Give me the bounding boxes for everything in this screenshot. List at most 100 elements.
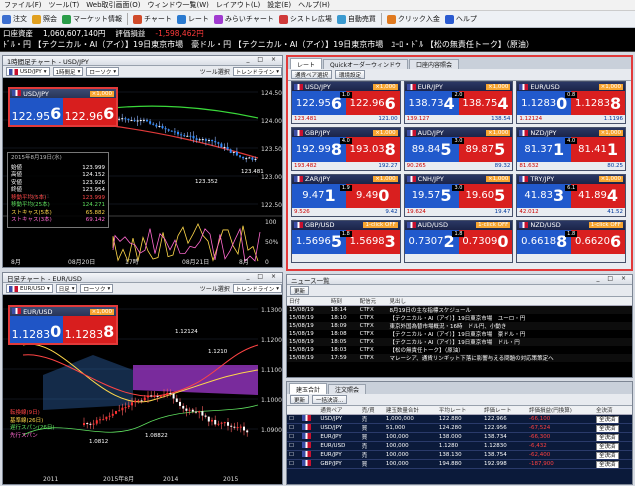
column-header[interactable]: 配信元 xyxy=(357,297,388,306)
toolbar-market-info-button[interactable]: マーケット情報 xyxy=(62,14,122,24)
sell-button[interactable]: 19.57 5 xyxy=(404,183,459,208)
sell-button[interactable]: 41.83 3 xyxy=(517,183,572,208)
candle-select[interactable]: ローソク ▾ xyxy=(86,67,120,76)
sell-button[interactable]: 138.73 4 xyxy=(404,91,459,116)
sell-button[interactable]: 9.47 1 xyxy=(292,183,346,208)
toolbar-auto-trade-button[interactable]: 自動売買 xyxy=(336,14,376,24)
buy-button[interactable]: 122.96 6 xyxy=(345,91,400,116)
lot-select[interactable]: ×1,000 xyxy=(485,83,511,90)
sell-button[interactable]: 192.99 8 xyxy=(292,137,346,162)
news-row[interactable]: 15/08/19 18:03 CTFX 【松の無責任トーク】（原油） xyxy=(287,346,632,354)
pair-select-button[interactable]: 通貨ペア選択 xyxy=(291,70,333,79)
window-buttons[interactable]: _ □ × xyxy=(246,56,279,63)
buy-button[interactable]: 9.49 0 xyxy=(345,183,400,208)
window-buttons[interactable]: _ □ × xyxy=(596,275,629,282)
candle-select[interactable]: ローソク ▾ xyxy=(80,284,114,293)
drawing-select[interactable]: トレンドライン ▾ xyxy=(232,67,282,76)
buy-button[interactable]: 122.96 6 xyxy=(63,98,116,125)
position-row[interactable]: ☐ GBP/JPY 買 100,000 194.880 192.998 -187,900 全決… xyxy=(287,459,632,469)
row-checkbox[interactable]: ☐ xyxy=(287,459,300,469)
lot-select[interactable]: 1-click OFF xyxy=(476,222,511,229)
position-row[interactable]: ☐ EUR/JPY 買 100,000 138.000 138.734 -66,300 全決済 xyxy=(287,432,632,442)
buy-button[interactable]: 19.60 5 xyxy=(458,183,513,208)
column-header[interactable]: 全決済 xyxy=(594,406,632,415)
toolbar-help-button[interactable]: ヘルプ xyxy=(444,14,477,24)
lot-select[interactable]: ×1,000 xyxy=(485,176,511,182)
menu-item-3[interactable]: ウィンドウ一覧(W) xyxy=(147,0,208,10)
menu-item-6[interactable]: ヘルプ(H) xyxy=(298,0,330,10)
close-all-button[interactable]: 全決済 xyxy=(596,425,619,432)
row-checkbox[interactable]: ☐ xyxy=(287,423,300,433)
close-all-button[interactable]: 全決済 xyxy=(596,434,619,441)
eurusd-quote-overlay[interactable]: EUR/USD ×1,000 1.1283 0 1.1283 8 xyxy=(8,305,118,345)
buy-button[interactable]: 81.41 1 xyxy=(571,137,625,162)
row-checkbox[interactable]: ☐ xyxy=(287,432,300,442)
toolbar-mirai-chart-button[interactable]: みらいチャート xyxy=(213,14,274,24)
sell-button[interactable]: 1.1283 0 xyxy=(10,316,63,343)
news-row[interactable]: 15/08/19 18:05 CTFX 【テクニカル・AI（アイ）】19日東京市場 ド… xyxy=(287,338,632,346)
sell-button[interactable]: 122.95 6 xyxy=(10,98,63,125)
menu-item-4[interactable]: レイアウト(L) xyxy=(216,0,260,10)
news-row[interactable]: 15/08/19 18:09 CTFX 東京外国為替市場概況・16時 ドル円、小動き xyxy=(287,322,632,330)
bulk-close-button[interactable]: 一括決済... xyxy=(312,395,348,404)
close-all-button[interactable]: 全決済 xyxy=(596,443,619,450)
news-row[interactable]: 15/08/19 18:10 CTFX 【テクニカル・AI（アイ）】19日東京市場 ユ… xyxy=(287,314,632,322)
column-header[interactable]: 通貨ペア xyxy=(318,406,360,415)
tab-1[interactable]: Quickオーダーウィンドウ xyxy=(323,59,408,69)
drawing-select[interactable]: トレンドライン ▾ xyxy=(232,284,282,293)
row-checkbox[interactable]: ☐ xyxy=(287,441,300,451)
position-row[interactable]: ☐ EUR/USD 売 100,000 1.1280 1.12830 -6,432 全決済 xyxy=(287,441,632,451)
tab-2[interactable]: 口座内容照会 xyxy=(408,59,459,69)
column-header[interactable]: 売/買 xyxy=(359,406,384,415)
news-ticker[interactable]: ﾄﾞﾙ・円 【テクニカル・AI（アイ）】19日東京市場 豪ドル・円 【テクニカル… xyxy=(0,38,635,52)
sell-button[interactable]: 89.84 5 xyxy=(404,137,459,162)
lot-select[interactable]: 1-click OFF xyxy=(588,222,623,229)
lot-select[interactable]: ×1,000 xyxy=(373,176,398,182)
position-row[interactable]: ☐ USD/JPY 買 51,000 124.280 122.956 -67,524 全決済 xyxy=(287,423,632,433)
buy-button[interactable]: 0.6620 6 xyxy=(571,229,625,254)
column-header[interactable]: 見出し xyxy=(387,297,632,306)
timeframe-select[interactable]: 1時間足 ▾ xyxy=(52,67,84,76)
news-row[interactable]: 15/08/19 18:14 CTFX 8月19日の主な指標スケジュール xyxy=(287,305,632,314)
buy-button[interactable]: 1.1283 8 xyxy=(571,91,625,116)
toolbar-deposit-button[interactable]: クリック入金 xyxy=(386,14,440,24)
lot-size[interactable]: ×1,000 xyxy=(89,90,114,97)
position-row[interactable]: ☐ EUR/JPY 売 100,000 138.130 138.754 -62,400 全決済 xyxy=(287,450,632,460)
toolbar-systrade-button[interactable]: シストレ広場 xyxy=(278,14,332,24)
sell-button[interactable]: 0.6618 8 xyxy=(517,229,572,254)
lot-select[interactable]: ×1,000 xyxy=(373,83,398,90)
sell-button[interactable]: 122.95 6 xyxy=(292,91,346,116)
column-header[interactable]: 時刻 xyxy=(328,297,358,306)
row-checkbox[interactable]: ☐ xyxy=(287,450,300,460)
sell-button[interactable]: 81.37 1 xyxy=(517,137,572,162)
lot-select[interactable]: ×1,000 xyxy=(598,176,623,182)
tab-1[interactable]: 注文照会 xyxy=(328,384,367,394)
select-all-checkbox[interactable] xyxy=(287,406,300,415)
close-all-button[interactable]: 全決済 xyxy=(596,452,619,459)
column-header[interactable]: 建玉数量合計 xyxy=(383,406,437,415)
pair-select[interactable]: USD/JPY ▾ xyxy=(6,67,50,76)
buy-button[interactable]: 193.03 8 xyxy=(345,137,400,162)
position-row[interactable]: ☐ USD/JPY 売 1,000,000 122.880 122.966 -66,100 全… xyxy=(287,414,632,424)
close-all-button[interactable]: 全決済 xyxy=(596,461,619,468)
lot-select[interactable]: ×1,000 xyxy=(485,129,511,136)
buy-button[interactable]: 1.1283 8 xyxy=(63,316,116,343)
lot-select[interactable]: ×1,000 xyxy=(598,83,623,90)
toolbar-chart-button[interactable]: チャート xyxy=(133,14,172,24)
buy-button[interactable]: 41.89 4 xyxy=(571,183,625,208)
menu-item-5[interactable]: 設定(E) xyxy=(267,0,291,10)
tab-0[interactable]: 建玉合計 xyxy=(289,383,328,394)
menu-item-0[interactable]: ファイル(F) xyxy=(4,0,42,10)
refresh-button[interactable]: 更新 xyxy=(290,395,310,404)
lot-select[interactable]: 1-click OFF xyxy=(363,222,398,229)
toolbar-order-button[interactable]: 注文 xyxy=(2,14,27,24)
column-header[interactable]: 評価レート xyxy=(481,406,528,415)
window-buttons[interactable]: _ □ × xyxy=(246,273,279,280)
buy-button[interactable]: 0.7309 0 xyxy=(458,229,513,254)
pair-select[interactable]: EUR/USD ▾ xyxy=(6,284,53,293)
toolbar-inquiry-button[interactable]: 照会 xyxy=(32,14,57,24)
news-row[interactable]: 15/08/19 17:59 CTFX マレーシア、通貨リンギット下落に影響与える問題… xyxy=(287,354,632,362)
lot-select[interactable]: ×1,000 xyxy=(598,129,623,136)
buy-button[interactable]: 89.87 5 xyxy=(458,137,513,162)
settings-button[interactable]: 環境設定 xyxy=(335,70,366,79)
